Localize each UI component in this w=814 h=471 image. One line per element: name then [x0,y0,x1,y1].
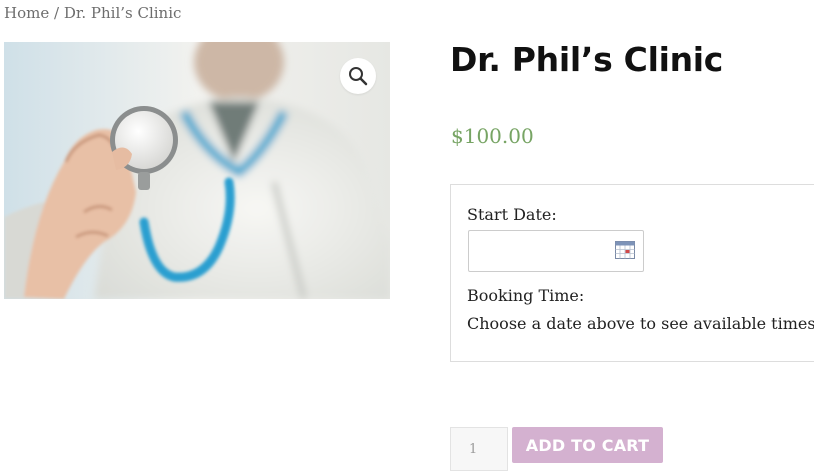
product-title: Dr. Phil’s Clinic [450,40,724,79]
add-to-cart-button[interactable]: ADD TO CART [512,427,663,463]
product-price: $100.00 [451,124,534,148]
zoom-icon [349,67,368,86]
breadcrumb-home-link[interactable]: Home [4,4,49,22]
breadcrumb: Home / Dr. Phil’s Clinic [4,4,181,22]
booking-time-hint: Choose a date above to see available tim… [467,314,814,333]
breadcrumb-current: Dr. Phil’s Clinic [63,4,182,22]
product-image[interactable] [4,42,390,299]
start-date-input[interactable] [469,231,625,269]
start-date-field[interactable] [468,230,644,272]
booking-time-label: Booking Time: [467,286,585,305]
booking-form: Start Date: Booking Time: Choose a date … [450,184,814,362]
zoom-button[interactable] [340,58,376,94]
calendar-icon[interactable] [615,241,635,259]
breadcrumb-separator: / [49,4,64,22]
doctor-stethoscope-photo [4,42,390,299]
start-date-label: Start Date: [467,205,557,224]
quantity-input[interactable] [450,427,508,471]
